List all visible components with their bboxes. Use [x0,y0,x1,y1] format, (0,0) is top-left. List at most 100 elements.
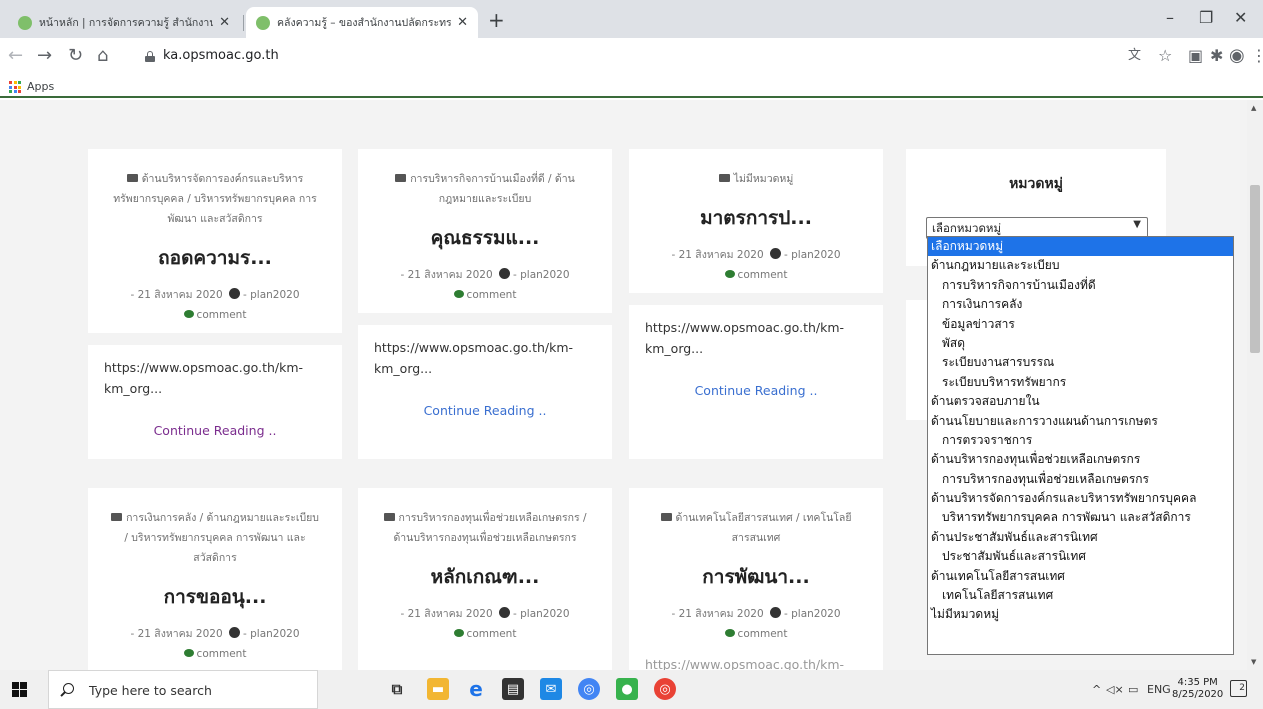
post-title[interactable]: หลักเกณฑ... [358,562,612,592]
post-author[interactable]: - plan2020 [784,249,841,261]
continue-reading-link[interactable]: Continue Reading .. [88,423,342,438]
taskbar-search[interactable]: Type here to search [48,670,318,709]
minimize-button[interactable]: – [1166,8,1174,27]
category-dropdown-list[interactable]: เลือกหมวดหมู่ ด้านกฎหมายและระเบียบ การบริห… [927,236,1234,655]
post-category[interactable]: การบริหารกองทุนเพื่อช่วยเหลือเกษตรกร / ด… [358,508,612,548]
tab-close-icon[interactable]: ✕ [219,15,230,30]
post-title[interactable]: คุณธรรมแ... [358,223,612,253]
post-comment-link[interactable]: comment [467,289,517,301]
notification-center-icon[interactable]: 2 [1230,680,1247,697]
post-title[interactable]: มาตรการป... [629,203,883,233]
lock-icon[interactable] [145,51,155,62]
post-author[interactable]: - plan2020 [513,269,570,281]
apps-grid-icon[interactable] [9,81,21,93]
post-comment-link[interactable]: comment [197,648,247,660]
file-explorer-icon[interactable]: ▬ [427,678,449,700]
post-category[interactable]: การเงินการคลัง / ด้านกฎหมายและระเบียบ / … [88,508,342,568]
post-card: การบริหารกองทุนเพื่อช่วยเหลือเกษตรกร / ด… [358,488,612,670]
category-option[interactable]: การบริหารกองทุนเพื่อช่วยเหลือเกษตรกร [928,470,1233,489]
post-category[interactable]: ด้านเทคโนโลยีสารสนเทศ / เทคโนโลยีสารสนเท… [629,508,883,548]
category-option[interactable]: เลือกหมวดหมู่ [928,237,1233,257]
folder-icon [395,174,407,182]
address-bar[interactable]: ka.opsmoac.go.th [163,48,279,63]
windows-start-icon[interactable] [12,682,27,697]
chrome-active-icon[interactable]: ◎ [654,678,676,700]
category-option[interactable]: การเงินการคลัง [928,295,1233,314]
category-option[interactable]: ด้านกฎหมายและระเบียบ [928,256,1233,275]
category-option[interactable]: พัสดุ [928,334,1233,353]
continue-reading-link[interactable]: Continue Reading .. [629,383,883,398]
edge-browser-icon[interactable]: e [465,677,487,701]
scroll-down-arrow-icon[interactable]: ▼ [1251,658,1256,666]
store-icon[interactable]: ▤ [502,678,524,700]
post-category[interactable]: ไม่มีหมวดหมู่ [629,169,883,189]
maximize-button[interactable]: ❐ [1199,8,1213,27]
post-date[interactable]: - 21 สิงหาคม 2020 [671,608,763,620]
post-title[interactable]: การพัฒนา... [629,562,883,592]
close-window-button[interactable]: ✕ [1234,8,1247,27]
post-date[interactable]: - 21 สิงหาคม 2020 [400,608,492,620]
scroll-up-arrow-icon[interactable]: ▲ [1251,104,1256,112]
profile-avatar-icon[interactable]: ◉ [1229,47,1245,65]
translate-icon[interactable]: 文 [1128,47,1141,65]
post-category[interactable]: การบริหารกิจการบ้านเมืองที่ดี / ด้านกฎหม… [358,169,612,209]
category-option[interactable]: การบริหารกิจการบ้านเมืองที่ดี [928,276,1233,295]
bookmark-star-icon[interactable]: ☆ [1158,47,1172,65]
post-date[interactable]: - 21 สิงหาคม 2020 [130,289,222,301]
post-comment-link[interactable]: comment [197,309,247,321]
line-app-icon[interactable]: ● [616,678,638,700]
mail-icon[interactable]: ✉ [540,678,562,700]
post-comment-link[interactable]: comment [738,269,788,281]
browser-tab-knowledge[interactable]: คลังความรู้ – ของสำนักงานปลัดกระทร ✕ [246,7,478,38]
category-option[interactable]: ด้านประชาสัมพันธ์และสารนิเทศ [928,528,1233,547]
tray-expand-icon[interactable]: ^ [1092,683,1101,696]
menu-kebab-icon[interactable]: ⋮ [1251,47,1263,65]
post-title[interactable]: การขออนุ... [88,582,342,612]
post-category[interactable]: ด้านบริหารจัดการองค์กรและบริหารทรัพยากรบ… [88,169,342,229]
browser-tab-home[interactable]: หน้าหลัก | การจัดการความรู้ สำนักงาน ✕ [8,7,240,38]
post-author[interactable]: - plan2020 [784,608,841,620]
scrollbar-thumb[interactable] [1250,185,1260,353]
extension-icon[interactable]: ▣ [1188,47,1203,65]
post-comment-link[interactable]: comment [467,628,517,640]
category-option[interactable]: ด้านตรวจสอบภายใน [928,392,1233,411]
network-icon[interactable]: ▭ [1128,683,1138,696]
post-date[interactable]: - 21 สิงหาคม 2020 [400,269,492,281]
post-title[interactable]: ถอดความร... [88,243,342,273]
category-option[interactable]: ไม่มีหมวดหมู่ [928,605,1233,624]
forward-arrow-icon[interactable]: → [37,47,52,65]
chrome-icon[interactable]: ◎ [578,678,600,700]
page-scrollbar[interactable]: ▲ ▼ [1247,100,1263,670]
apps-bookmark[interactable]: Apps [27,80,54,93]
taskbar-clock[interactable]: 4:35 PM 8/25/2020 [1172,677,1223,701]
user-icon [770,248,781,259]
category-option[interactable]: บริหารทรัพยากรบุคคล การพัฒนา และสวัสดิกา… [928,508,1233,527]
search-icon [63,683,74,694]
post-author[interactable]: - plan2020 [243,289,300,301]
category-option[interactable]: ประชาสัมพันธ์และสารนิเทศ [928,547,1233,566]
puzzle-extension-icon[interactable]: ✱ [1210,47,1223,65]
post-author[interactable]: - plan2020 [243,628,300,640]
back-arrow-icon[interactable]: ← [8,47,23,65]
category-option[interactable]: ข้อมูลข่าวสาร [928,315,1233,334]
category-option[interactable]: ด้านนโยบายและการวางแผนด้านการเกษตร [928,412,1233,431]
language-indicator[interactable]: ENG [1147,683,1171,696]
category-option[interactable]: เทคโนโลยีสารสนเทศ [928,586,1233,605]
tab-close-icon[interactable]: ✕ [457,15,468,30]
task-view-icon[interactable]: ⧉ [386,678,408,700]
new-tab-button[interactable]: + [488,10,505,30]
category-option[interactable]: ด้านเทคโนโลยีสารสนเทศ [928,567,1233,586]
reload-icon[interactable]: ↻ [68,47,83,65]
home-icon[interactable]: ⌂ [97,47,108,65]
post-author[interactable]: - plan2020 [513,608,570,620]
post-date[interactable]: - 21 สิงหาคม 2020 [671,249,763,261]
continue-reading-link[interactable]: Continue Reading .. [358,403,612,418]
category-option[interactable]: ระเบียบบริหารทรัพยากร [928,373,1233,392]
post-date[interactable]: - 21 สิงหาคม 2020 [130,628,222,640]
volume-icon[interactable]: ◁× [1106,683,1124,696]
category-option[interactable]: ระเบียบงานสารบรรณ [928,353,1233,372]
category-option[interactable]: การตรวจราชการ [928,431,1233,450]
category-option[interactable]: ด้านบริหารกองทุนเพื่อช่วยเหลือเกษตรกร [928,450,1233,469]
category-option[interactable]: ด้านบริหารจัดการองค์กรและบริหารทรัพยากรบ… [928,489,1233,508]
post-comment-link[interactable]: comment [738,628,788,640]
